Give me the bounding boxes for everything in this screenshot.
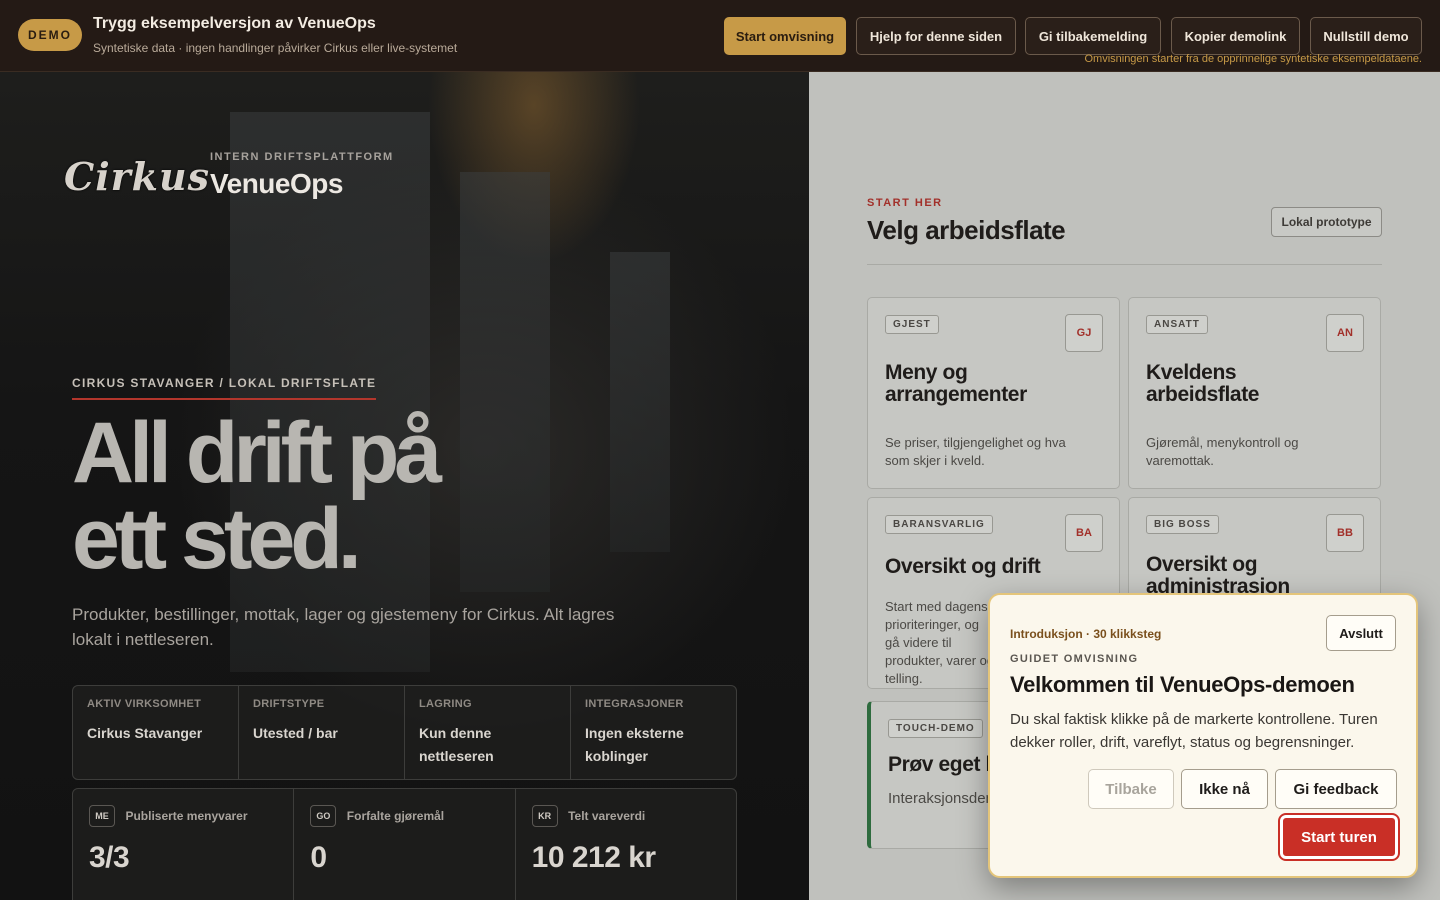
role-chip: BIG BOSS xyxy=(1146,515,1219,534)
role-chip: GJEST xyxy=(885,315,939,334)
start-here-kicker: START HER xyxy=(867,197,943,209)
facts-panel: AKTIV VIRKSOMHET Cirkus Stavanger DRIFTS… xyxy=(72,685,737,780)
tour-exit-button[interactable]: Avslutt xyxy=(1326,615,1396,651)
tour-title: Velkommen til VenueOps-demoen xyxy=(1010,672,1355,697)
guided-tour-popover: Introduksjon · 30 klikksteg Avslutt GUID… xyxy=(988,593,1418,878)
card-title: Oversikt og administrasjon xyxy=(1146,553,1290,598)
fact-value: Kun denne nettleseren xyxy=(419,725,494,764)
hero-eyebrow: CIRKUS STAVANGER / LOKAL DRIFTSFLATE xyxy=(72,376,377,400)
headline-line-1: All drift på xyxy=(72,405,442,501)
fact-label: INTEGRASJONER xyxy=(585,698,684,710)
role-initials: AN xyxy=(1326,314,1364,352)
platform-kicker: INTERN DRIFTSPLATTFORM xyxy=(210,151,394,163)
card-description: Interaksjonsdemo for lagerføring. xyxy=(888,790,992,807)
cirkus-logo: Cirkus xyxy=(64,144,209,208)
divider xyxy=(867,264,1382,265)
demo-topbar: DEMO Trygg eksempelversjon av VenueOps S… xyxy=(0,0,1440,72)
brand-name: VenueOps xyxy=(210,168,343,199)
card-title: Kveldens arbeidsflate xyxy=(1146,361,1260,406)
card-title: Oversikt og drift xyxy=(885,555,1041,578)
role-chip: BARANSVARLIG xyxy=(885,515,993,534)
help-button[interactable]: Hjelp for denne siden xyxy=(856,17,1016,55)
stat-card: KR Telt vareverdi 10 212 kr xyxy=(516,789,736,900)
fact-label: LAGRING xyxy=(419,698,472,710)
tour-kicker: GUIDET OMVISNING xyxy=(1010,653,1139,665)
fact-label: DRIFTSTYPE xyxy=(253,698,325,710)
stat-badge: GO xyxy=(310,805,337,827)
role-initials: BB xyxy=(1326,514,1364,552)
stat-label: Forfalte gjøremål xyxy=(346,809,445,823)
stat-card: GO Forfalte gjøremål 0 xyxy=(294,789,516,900)
tour-start-button[interactable]: Start turen xyxy=(1280,815,1398,859)
stat-badge: ME xyxy=(89,805,115,827)
stat-label: Telt vareverdi xyxy=(568,809,646,823)
hero-section: Cirkus INTERN DRIFTSPLATTFORM VenueOps C… xyxy=(0,72,809,900)
stat-value: 0 xyxy=(310,841,327,874)
demo-subtitle: Syntetiske data · ingen handlinger påvir… xyxy=(93,41,458,55)
stat-value: 10 212 kr xyxy=(531,841,656,874)
stat-label: Publiserte menyvarer xyxy=(125,809,248,823)
tour-text: Du skal faktisk klikke på de markerte ko… xyxy=(1010,711,1378,751)
stat-value: 3/3 xyxy=(89,841,130,874)
logo-wordmark: Cirkus xyxy=(63,153,211,199)
card-description: Gjøremål, menykontroll og varemottak. xyxy=(1146,435,1299,468)
tour-feedback-button[interactable]: Gi feedback xyxy=(1275,769,1397,809)
fact-item: INTEGRASJONER Ingen eksterne koblinger xyxy=(571,686,736,779)
role-chip: TOUCH-DEMO xyxy=(888,719,983,738)
reset-demo-button[interactable]: Nullstill demo xyxy=(1310,17,1422,55)
role-initials: GJ xyxy=(1065,314,1103,352)
fact-item: DRIFTSTYPE Utested / bar xyxy=(239,686,405,779)
copy-demo-link-button[interactable]: Kopier demolink xyxy=(1171,17,1300,55)
local-prototype-button[interactable]: Lokal prototype xyxy=(1271,207,1382,237)
stat-card: ME Publiserte menyvarer 3/3 xyxy=(73,789,295,900)
fact-value: Ingen eksterne koblinger xyxy=(585,725,684,764)
card-title: Meny og arrangementer xyxy=(885,361,1027,406)
fact-item: AKTIV VIRKSOMHET Cirkus Stavanger xyxy=(73,686,239,779)
stats-panel: ME Publiserte menyvarer 3/3 GO Forfalte … xyxy=(72,788,737,900)
background-window xyxy=(460,172,550,592)
fact-item: LAGRING Kun denne nettleseren xyxy=(405,686,571,779)
hero-lead: Produkter, bestillinger, mottak, lager o… xyxy=(72,605,615,649)
stat-badge: KR xyxy=(531,805,558,827)
card-description: Start med dagens prioriteringer, og gå v… xyxy=(885,599,995,686)
role-card-staff[interactable]: ANSATT AN Kveldens arbeidsflate Gjøremål… xyxy=(1128,297,1381,489)
headline-line-2: ett sted. xyxy=(72,491,362,587)
fact-value: Utested / bar xyxy=(253,725,338,741)
tour-step-label: Introduksjon · 30 klikksteg xyxy=(1010,627,1162,641)
tour-note: Omvisningen starter fra de opprinnelige … xyxy=(1084,53,1422,65)
demo-title: Trygg eksempelversjon av VenueOps xyxy=(93,15,376,32)
fact-label: AKTIV VIRKSOMHET xyxy=(87,698,202,710)
tour-not-now-button[interactable]: Ikke nå xyxy=(1181,769,1268,809)
demo-badge: DEMO xyxy=(18,19,82,51)
role-chip: ANSATT xyxy=(1146,315,1208,334)
background-window xyxy=(610,252,670,552)
role-initials: BA xyxy=(1065,514,1103,552)
workspace-title: Velg arbeidsflate xyxy=(867,215,1066,245)
feedback-button[interactable]: Gi tilbakemelding xyxy=(1025,17,1161,55)
tour-back-button[interactable]: Tilbake xyxy=(1088,769,1174,809)
start-tour-button[interactable]: Start omvisning xyxy=(724,17,846,55)
fact-value: Cirkus Stavanger xyxy=(87,725,203,741)
hero-headline: All drift på ett sted. xyxy=(72,405,442,587)
card-description: Se priser, tilgjengelighet og hva som sk… xyxy=(885,435,1066,468)
card-title: Prøv eget kjøkken xyxy=(888,754,992,776)
role-card-guest[interactable]: GJEST GJ Meny og arrangementer Se priser… xyxy=(867,297,1120,489)
